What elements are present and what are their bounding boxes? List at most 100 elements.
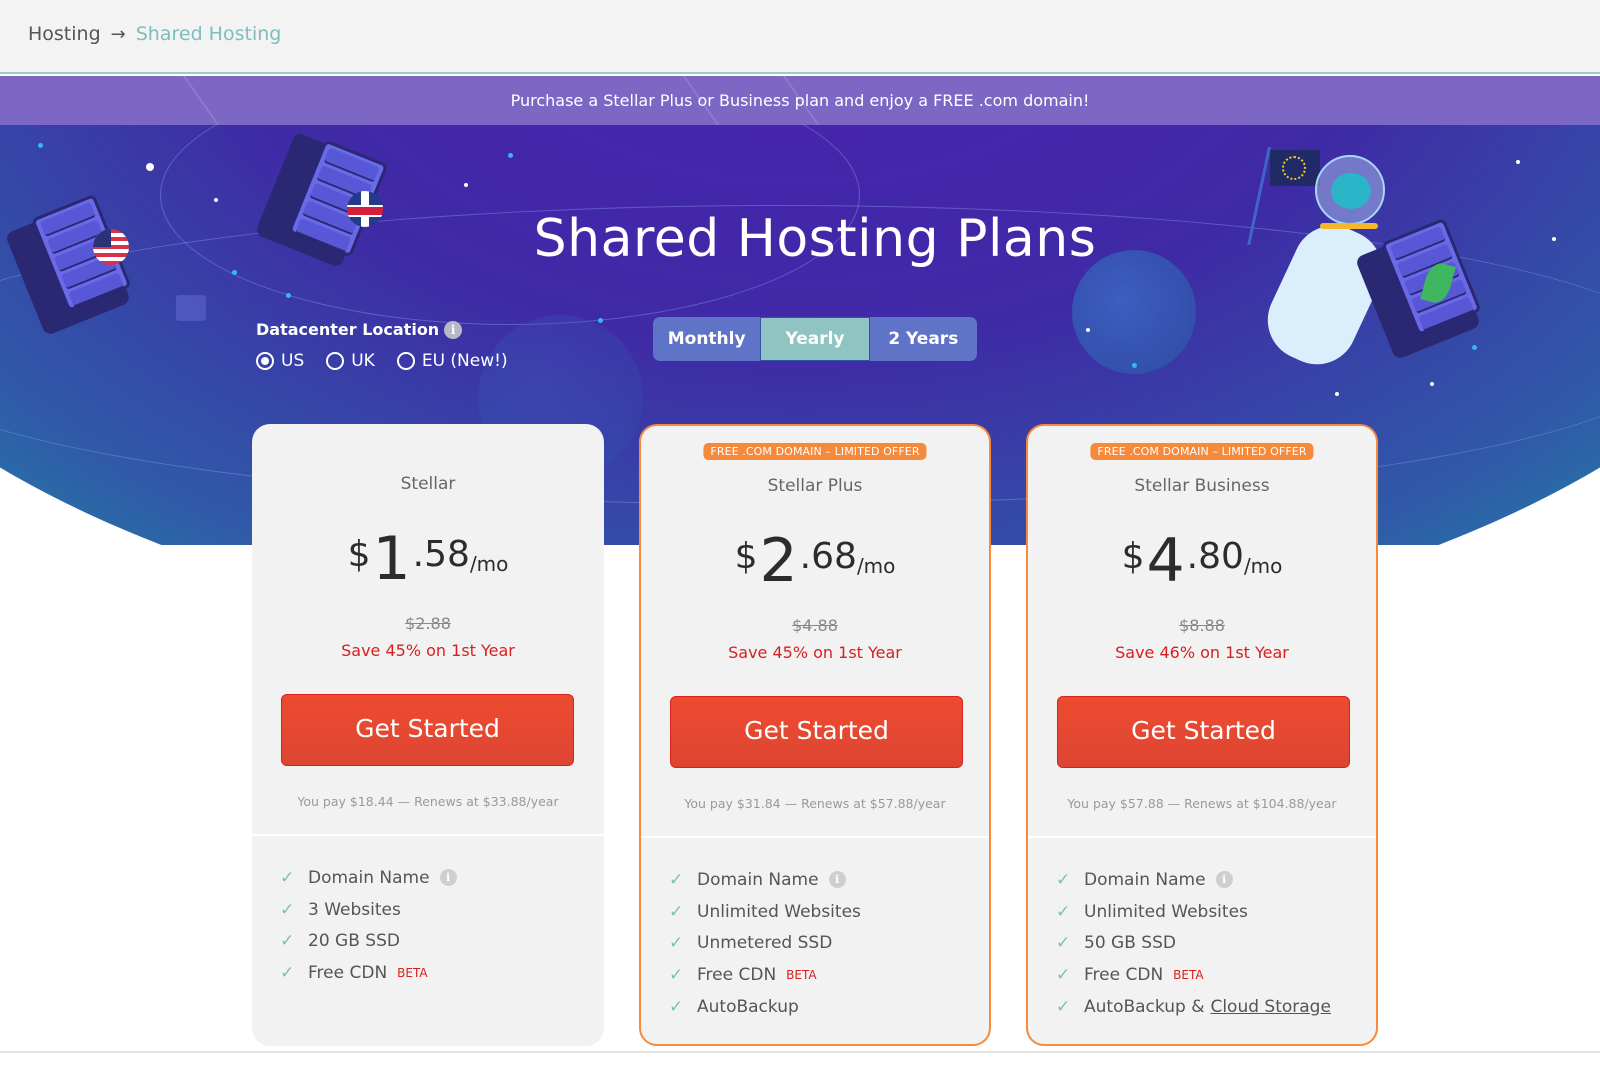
beta-tag: BETA xyxy=(1173,967,1204,982)
feature-text: Free CDN xyxy=(697,964,777,985)
savings-text: Save 45% on 1st Year xyxy=(341,641,515,660)
feature-item: ✓ 50 GB SSD xyxy=(1056,927,1331,959)
star-icon xyxy=(1086,328,1090,332)
feature-text: Unlimited Websites xyxy=(1084,901,1248,922)
datacenter-label: Datacenter Location i xyxy=(256,320,508,339)
get-started-button[interactable]: Get Started xyxy=(670,696,963,768)
price-integer: 4 xyxy=(1146,526,1185,596)
price-decimal: .58 xyxy=(412,534,470,575)
datacenter-options: US UK EU (New!) xyxy=(256,351,508,371)
feature-text: AutoBackup & xyxy=(1084,996,1205,1017)
datacenter-option-us[interactable]: US xyxy=(256,351,304,371)
feature-list: ✓ Domain Name i ✓ 3 Websites ✓ 20 GB SSD … xyxy=(280,862,457,989)
check-icon: ✓ xyxy=(1056,996,1071,1017)
promo-banner: Purchase a Stellar Plus or Business plan… xyxy=(0,76,1600,125)
plan-card: Stellar $ 1 .58 /mo $2.88 Save 45% on 1st… xyxy=(252,424,604,1046)
price-currency: $ xyxy=(1121,536,1145,577)
page-title: Shared Hosting Plans xyxy=(533,209,1097,269)
offer-badge: FREE .COM DOMAIN – LIMITED OFFER xyxy=(1090,443,1314,460)
info-icon[interactable]: i xyxy=(828,871,846,889)
beta-tag: BETA xyxy=(786,967,817,982)
star-icon xyxy=(232,270,237,275)
beta-tag: BETA xyxy=(397,965,428,980)
feature-item: ✓ AutoBackup xyxy=(669,991,861,1023)
radio-eu[interactable] xyxy=(396,352,415,370)
check-icon: ✓ xyxy=(1056,933,1071,954)
star-icon xyxy=(146,163,154,171)
feature-list: ✓ Domain Name i ✓ Unlimited Websites ✓ 50… xyxy=(1056,864,1331,1022)
get-started-button[interactable]: Get Started xyxy=(281,694,574,766)
feature-item: ✓ 3 Websites xyxy=(280,894,457,926)
star-icon xyxy=(1516,160,1520,164)
feature-item: ✓ Domain Name i xyxy=(669,864,861,896)
price-integer: 1 xyxy=(372,524,411,594)
decorative-line xyxy=(182,76,220,125)
check-icon: ✓ xyxy=(669,996,684,1017)
term-yearly-button[interactable]: Yearly xyxy=(760,317,870,361)
plan-card: FREE .COM DOMAIN – LIMITED OFFER Stellar … xyxy=(1026,424,1378,1046)
feature-text: Free CDN xyxy=(1084,964,1164,985)
feature-item: ✓ Unlimited Websites xyxy=(1056,896,1331,928)
divider xyxy=(641,836,989,838)
radio-label: EU (New!) xyxy=(421,351,508,371)
feature-item: ✓ AutoBackup & Cloud Storage xyxy=(1056,991,1331,1023)
plan-price: $ 2 .68 /mo xyxy=(641,528,989,594)
term-monthly-button[interactable]: Monthly xyxy=(653,317,760,361)
original-price: $8.88 xyxy=(1179,616,1225,635)
info-icon[interactable]: i xyxy=(1215,871,1233,889)
radio-us[interactable] xyxy=(256,352,274,370)
breadcrumb: Hosting → Shared Hosting xyxy=(28,23,281,45)
term-2-years-button[interactable]: 2 Years xyxy=(870,317,977,361)
star-icon xyxy=(214,198,218,202)
offer-badge: FREE .COM DOMAIN – LIMITED OFFER xyxy=(703,443,927,460)
radio-uk[interactable] xyxy=(326,352,345,370)
plan-name: Stellar Business xyxy=(1134,476,1270,496)
billing-term-toggle: Monthly Yearly 2 Years xyxy=(653,317,977,361)
check-icon: ✓ xyxy=(669,933,684,954)
datacenter-option-uk[interactable]: UK xyxy=(326,351,375,371)
radio-label: US xyxy=(281,351,305,371)
pay-note: You pay $57.88 — Renews at $104.88/year xyxy=(1067,796,1337,811)
chat-bubble-icon xyxy=(176,295,206,321)
feature-item: ✓ 20 GB SSD xyxy=(280,925,457,957)
feature-text: Domain Name xyxy=(308,867,430,888)
check-icon: ✓ xyxy=(280,931,295,952)
info-icon[interactable]: i xyxy=(439,869,457,887)
pay-note: You pay $31.84 — Renews at $57.88/year xyxy=(684,796,946,811)
star-icon xyxy=(598,318,603,323)
cloud-storage-link[interactable]: Cloud Storage xyxy=(1210,997,1330,1017)
feature-item: ✓ Free CDN BETA xyxy=(280,957,457,989)
feature-item: ✓ Free CDN BETA xyxy=(669,959,861,991)
check-icon: ✓ xyxy=(1056,869,1071,890)
info-icon[interactable]: i xyxy=(444,320,463,339)
datacenter-selector: Datacenter Location i US UK EU (New!) xyxy=(256,320,508,371)
price-currency: $ xyxy=(734,536,758,577)
eu-flag-icon xyxy=(1270,150,1320,186)
feature-text: Free CDN xyxy=(308,962,388,983)
feature-list: ✓ Domain Name i ✓ Unlimited Websites ✓ Un… xyxy=(669,864,861,1022)
feature-item: ✓ Unlimited Websites xyxy=(669,896,861,928)
feature-text: 50 GB SSD xyxy=(1084,933,1176,954)
divider xyxy=(252,834,604,836)
top-bar: Hosting → Shared Hosting xyxy=(0,0,1600,74)
feature-text: 20 GB SSD xyxy=(308,931,400,952)
datacenter-label-text: Datacenter Location xyxy=(256,320,440,339)
feature-text: Domain Name xyxy=(697,869,819,890)
page-bottom xyxy=(0,1051,1600,1076)
datacenter-option-eu[interactable]: EU (New!) xyxy=(396,351,508,371)
star-icon xyxy=(1335,392,1339,396)
plan-card: FREE .COM DOMAIN – LIMITED OFFER Stellar … xyxy=(639,424,991,1046)
get-started-button[interactable]: Get Started xyxy=(1057,696,1350,768)
original-price: $2.88 xyxy=(405,614,451,633)
feature-item: ✓ Domain Name i xyxy=(280,862,457,894)
original-price: $4.88 xyxy=(792,616,838,635)
check-icon: ✓ xyxy=(1056,964,1071,985)
price-decimal: .68 xyxy=(799,536,857,577)
feature-text: 3 Websites xyxy=(308,899,401,920)
check-icon: ✓ xyxy=(1056,901,1071,922)
price-decimal: .80 xyxy=(1186,536,1244,577)
feature-text: Unmetered SSD xyxy=(697,933,833,954)
star-icon xyxy=(38,143,43,148)
feature-text: Unlimited Websites xyxy=(697,901,861,922)
breadcrumb-hosting-link[interactable]: Hosting xyxy=(28,23,101,45)
